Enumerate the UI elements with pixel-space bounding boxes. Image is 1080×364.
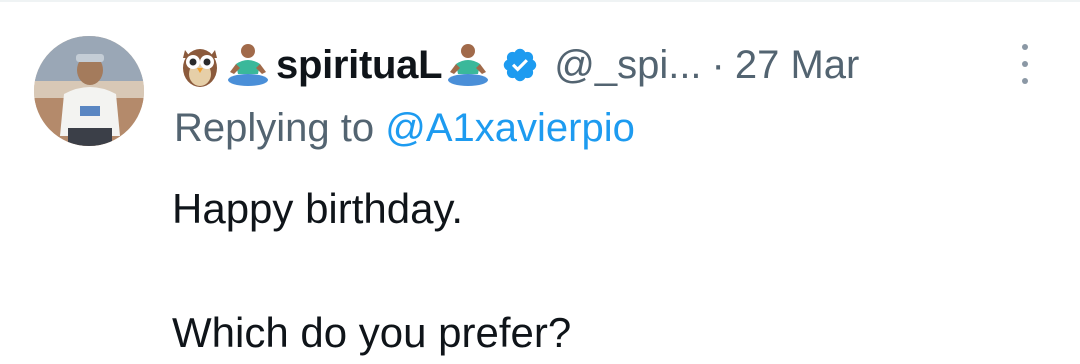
more-options-icon[interactable] — [1014, 44, 1036, 84]
top-divider — [0, 0, 1080, 2]
display-name[interactable]: spirituaL — [276, 43, 443, 88]
verified-badge-icon[interactable] — [500, 45, 540, 85]
separator-dot: · — [711, 42, 725, 87]
tweet-text: Happy birthday. Which do you prefer? — [172, 178, 571, 364]
owl-emoji-icon — [176, 39, 224, 91]
tweet-line: Happy birthday. — [172, 185, 464, 232]
timestamp[interactable]: 27 Mar — [735, 43, 860, 88]
replying-to-mention[interactable]: @A1xavierpio — [385, 106, 635, 150]
meditating-person-emoji-icon — [224, 39, 272, 91]
tweet-header: spirituaL @_spi... · 27 Mar — [176, 36, 859, 94]
avatar[interactable] — [34, 36, 144, 146]
tweet-line: Which do you prefer? — [172, 309, 572, 356]
replying-to-line: Replying to @A1xavierpio — [174, 106, 635, 151]
replying-label: Replying to — [174, 106, 375, 150]
meditating-person-emoji-icon — [444, 39, 492, 91]
user-handle[interactable]: @_spi... — [554, 43, 701, 88]
avatar-photo — [34, 36, 144, 146]
